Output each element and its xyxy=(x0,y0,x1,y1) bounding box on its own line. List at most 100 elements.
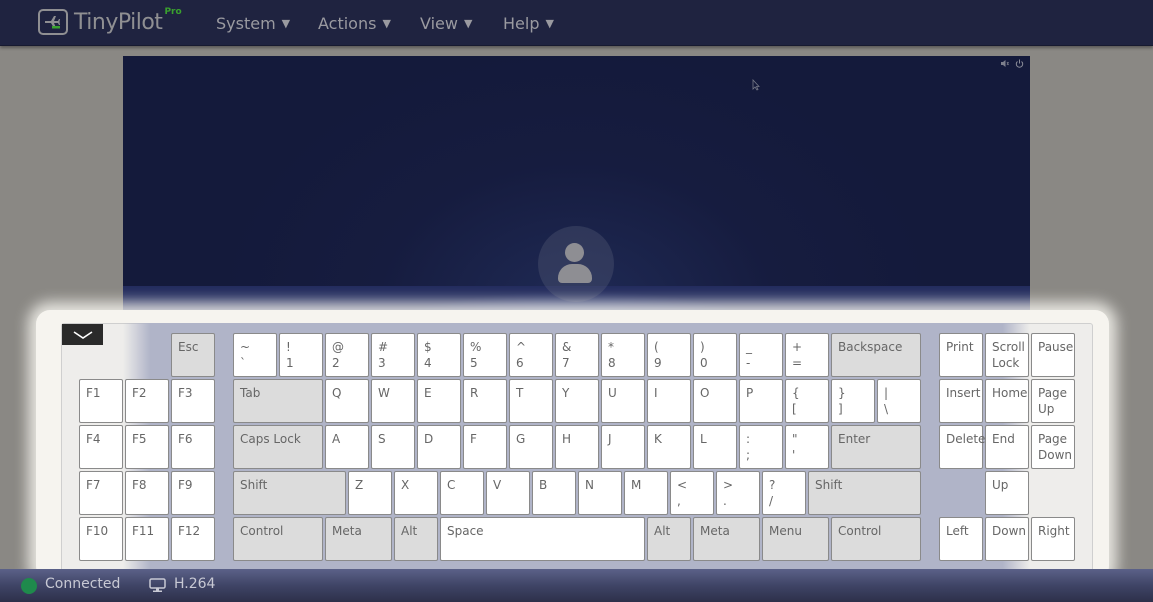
menu-label: View xyxy=(420,13,458,33)
key-menu[interactable]: Menu xyxy=(762,517,829,561)
key-digit3[interactable]: # 3 xyxy=(371,333,415,377)
key-shiftleft[interactable]: Shift xyxy=(233,471,346,515)
key-x[interactable]: X xyxy=(394,471,438,515)
key-digit5[interactable]: % 5 xyxy=(463,333,507,377)
key-f4[interactable]: F4 xyxy=(79,425,123,469)
key-z[interactable]: Z xyxy=(348,471,392,515)
key-digit7[interactable]: & 7 xyxy=(555,333,599,377)
key-controlright[interactable]: Control xyxy=(831,517,921,561)
key-shiftright[interactable]: Shift xyxy=(808,471,921,515)
key-period[interactable]: > . xyxy=(716,471,760,515)
key-a[interactable]: A xyxy=(325,425,369,469)
key-backquote[interactable]: ~ ` xyxy=(233,333,277,377)
key-pagedown[interactable]: Page Down xyxy=(1031,425,1075,469)
key-k[interactable]: K xyxy=(647,425,691,469)
key-t[interactable]: T xyxy=(509,379,553,423)
key-p[interactable]: P xyxy=(739,379,783,423)
key-tab[interactable]: Tab xyxy=(233,379,323,423)
key-print[interactable]: Print xyxy=(939,333,983,377)
key-altright[interactable]: Alt xyxy=(647,517,691,561)
key-digit0[interactable]: ) 0 xyxy=(693,333,737,377)
key-v[interactable]: V xyxy=(486,471,530,515)
key-pageup[interactable]: Page Up xyxy=(1031,379,1075,423)
key-delete[interactable]: Delete xyxy=(939,425,985,469)
key-comma[interactable]: < , xyxy=(670,471,714,515)
key-controlleft[interactable]: Control xyxy=(233,517,323,561)
menu-help[interactable]: Help ▼ xyxy=(503,0,554,46)
key-f9[interactable]: F9 xyxy=(171,471,215,515)
key-f5[interactable]: F5 xyxy=(125,425,169,469)
key-e[interactable]: E xyxy=(417,379,461,423)
key-enter[interactable]: Enter xyxy=(831,425,921,469)
key-altleft[interactable]: Alt xyxy=(394,517,438,561)
key-digit2[interactable]: @ 2 xyxy=(325,333,369,377)
key-esc[interactable]: Esc xyxy=(171,333,215,377)
key-n[interactable]: N xyxy=(578,471,622,515)
key-arrowup[interactable]: Up xyxy=(985,471,1029,515)
menu-system[interactable]: System ▼ xyxy=(216,0,290,46)
menu-view[interactable]: View ▼ xyxy=(420,0,472,46)
key-h[interactable]: H xyxy=(555,425,599,469)
key-slash[interactable]: ? / xyxy=(762,471,806,515)
key-capslock[interactable]: Caps Lock xyxy=(233,425,323,469)
key-y[interactable]: Y xyxy=(555,379,599,423)
key-equal[interactable]: + = xyxy=(785,333,829,377)
key-backspace[interactable]: Backspace xyxy=(831,333,921,377)
key-backslash[interactable]: | \ xyxy=(877,379,921,423)
key-d[interactable]: D xyxy=(417,425,461,469)
key-semicolon[interactable]: : ; xyxy=(739,425,783,469)
key-digit1[interactable]: ! 1 xyxy=(279,333,323,377)
key-r[interactable]: R xyxy=(463,379,507,423)
power-icon[interactable] xyxy=(1015,59,1024,71)
key-g[interactable]: G xyxy=(509,425,553,469)
key-w[interactable]: W xyxy=(371,379,415,423)
key-arrowleft[interactable]: Left xyxy=(939,517,983,561)
key-pause[interactable]: Pause xyxy=(1031,333,1075,377)
key-digit6[interactable]: ^ 6 xyxy=(509,333,553,377)
key-metaleft[interactable]: Meta xyxy=(325,517,392,561)
key-f8[interactable]: F8 xyxy=(125,471,169,515)
key-digit8[interactable]: * 8 xyxy=(601,333,645,377)
key-j[interactable]: J xyxy=(601,425,645,469)
key-f11[interactable]: F11 xyxy=(125,517,169,561)
volume-icon[interactable] xyxy=(1000,59,1009,71)
remote-screen[interactable]: mike xyxy=(123,56,1030,326)
key-f1[interactable]: F1 xyxy=(79,379,123,423)
key-s[interactable]: S xyxy=(371,425,415,469)
key-end[interactable]: End xyxy=(985,425,1029,469)
key-label: O xyxy=(700,386,710,400)
key-scrolllock[interactable]: Scroll Lock xyxy=(985,333,1029,377)
key-q[interactable]: Q xyxy=(325,379,369,423)
key-u[interactable]: U xyxy=(601,379,645,423)
key-bracketleft[interactable]: { [ xyxy=(785,379,829,423)
key-l[interactable]: L xyxy=(693,425,737,469)
key-quote[interactable]: " ' xyxy=(785,425,829,469)
key-m[interactable]: M xyxy=(624,471,668,515)
key-f10[interactable]: F10 xyxy=(79,517,123,561)
key-arrowdown[interactable]: Down xyxy=(985,517,1029,561)
key-digit9[interactable]: ( 9 xyxy=(647,333,691,377)
key-digit4[interactable]: $ 4 xyxy=(417,333,461,377)
key-f12[interactable]: F12 xyxy=(171,517,215,561)
key-i[interactable]: I xyxy=(647,379,691,423)
keyboard-collapse-button[interactable] xyxy=(62,324,103,345)
key-bracketright[interactable]: } ] xyxy=(831,379,875,423)
key-home[interactable]: Home xyxy=(985,379,1029,423)
key-f2[interactable]: F2 xyxy=(125,379,169,423)
caret-down-icon: ▼ xyxy=(545,16,554,30)
key-b[interactable]: B xyxy=(532,471,576,515)
key-c[interactable]: C xyxy=(440,471,484,515)
brand[interactable]: TinyPilot Pro xyxy=(38,7,182,35)
key-space[interactable]: Space xyxy=(440,517,645,561)
key-f[interactable]: F xyxy=(463,425,507,469)
key-f6[interactable]: F6 xyxy=(171,425,215,469)
key-o[interactable]: O xyxy=(693,379,737,423)
key-arrowright[interactable]: Right xyxy=(1031,517,1075,561)
key-insert[interactable]: Insert xyxy=(939,379,983,423)
key-minus[interactable]: _ - xyxy=(739,333,783,377)
key-metaright[interactable]: Meta xyxy=(693,517,760,561)
user-avatar[interactable] xyxy=(538,226,614,302)
menu-actions[interactable]: Actions ▼ xyxy=(318,0,391,46)
key-f3[interactable]: F3 xyxy=(171,379,215,423)
key-f7[interactable]: F7 xyxy=(79,471,123,515)
